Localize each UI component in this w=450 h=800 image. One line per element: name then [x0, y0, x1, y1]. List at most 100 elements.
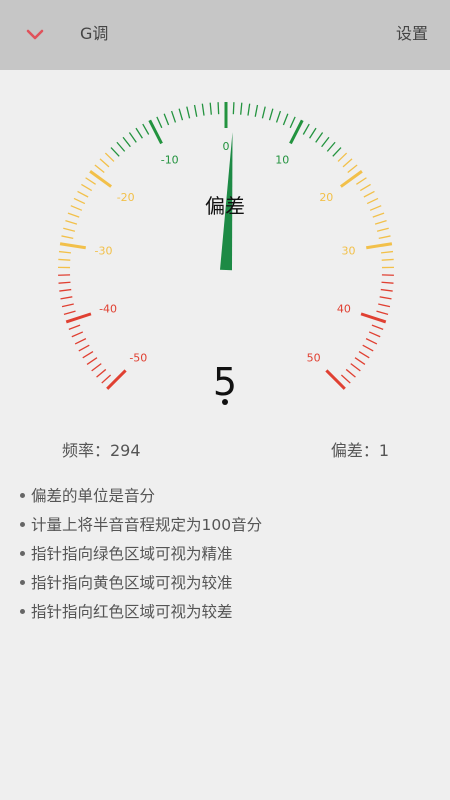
minor-tick: [321, 136, 330, 148]
minor-tick: [63, 227, 76, 232]
minor-tick: [380, 288, 393, 292]
list-item: 计量上将半音音程规定为100音分: [20, 511, 440, 540]
minor-tick: [61, 303, 74, 308]
minor-tick: [379, 296, 392, 300]
minor-tick: [282, 113, 289, 126]
minor-tick: [240, 102, 243, 115]
frequency-readout: 频率：294: [62, 441, 141, 460]
minor-tick: [342, 158, 353, 168]
minor-tick: [99, 158, 110, 168]
minor-tick: [315, 132, 324, 143]
note-text: 指针指向黄色区域可视为较准: [31, 574, 233, 592]
minor-tick: [326, 141, 336, 152]
minor-tick: [110, 147, 120, 157]
note-text: 指针指向绿色区域可视为精准: [31, 545, 233, 563]
minor-tick: [376, 227, 389, 232]
minor-tick: [217, 102, 220, 115]
minor-tick: [68, 324, 81, 330]
minor-tick: [381, 258, 394, 261]
minor-tick: [347, 164, 358, 173]
scale-label: -30: [95, 245, 113, 258]
bullet-icon: [20, 550, 25, 556]
minor-tick: [381, 281, 394, 284]
reading-dot: [222, 399, 228, 405]
minor-tick: [61, 235, 74, 240]
minor-tick: [94, 164, 105, 173]
minor-tick: [309, 127, 317, 139]
minor-tick: [71, 331, 84, 338]
minor-tick: [380, 250, 394, 254]
major-tick: [89, 170, 113, 188]
minor-tick: [378, 303, 391, 308]
app-header: G调 设置: [0, 0, 450, 70]
minor-tick: [268, 108, 274, 121]
minor-tick: [142, 123, 150, 135]
bullet-icon: [20, 579, 25, 585]
minor-tick: [289, 116, 296, 129]
list-item: 指针指向绿色区域可视为精准: [20, 540, 440, 569]
minor-tick: [378, 235, 391, 240]
minor-tick: [302, 123, 310, 135]
minor-tick: [63, 310, 76, 315]
list-item: 指针指向黄色区域可视为较准: [20, 569, 440, 598]
major-tick: [59, 242, 86, 250]
minor-tick: [82, 350, 94, 359]
scale-label: 0: [223, 140, 230, 153]
minor-tick: [59, 288, 72, 292]
minor-tick: [104, 152, 115, 162]
list-item: 偏差的单位是音分: [20, 482, 440, 511]
settings-button[interactable]: 设置: [396, 22, 428, 46]
minor-tick: [128, 132, 137, 143]
minor-tick: [85, 177, 96, 185]
minor-tick: [254, 104, 259, 117]
major-tick: [339, 170, 363, 188]
scale-label: 40: [337, 302, 351, 315]
minor-tick: [116, 141, 126, 152]
minor-tick: [74, 338, 87, 345]
minor-tick: [58, 281, 71, 284]
note-text: 指针指向红色区域可视为较差: [31, 603, 233, 621]
minor-tick: [368, 331, 381, 338]
minor-tick: [337, 152, 348, 162]
reading-value: 5: [212, 360, 238, 404]
major-tick: [366, 242, 393, 250]
minor-tick: [275, 110, 282, 123]
stats-row: 频率：294 偏差：1: [0, 437, 450, 461]
note-text: 偏差的单位是音分: [31, 487, 156, 505]
chevron-down-icon: [26, 29, 44, 40]
major-tick: [65, 312, 92, 324]
minor-tick: [261, 106, 266, 119]
minor-tick: [193, 104, 198, 117]
notes-list: 偏差的单位是音分 计量上将半音音程规定为100音分 指针指向绿色区域可视为精准 …: [20, 482, 440, 627]
minor-tick: [170, 110, 177, 123]
minor-tick: [374, 219, 387, 225]
minor-tick: [356, 177, 367, 185]
note-text: 计量上将半音音程规定为100音分: [31, 516, 263, 534]
scale-label: -40: [99, 302, 117, 315]
scale-label: -10: [161, 154, 179, 167]
collapse-button[interactable]: [18, 20, 52, 50]
scale-label: 10: [275, 154, 289, 167]
scale-label: 30: [341, 245, 355, 258]
bullet-icon: [20, 521, 25, 527]
bullet-icon: [20, 492, 25, 498]
minor-tick: [371, 324, 384, 330]
bullet-icon: [20, 608, 25, 614]
minor-tick: [247, 103, 251, 116]
minor-tick: [362, 344, 374, 352]
minor-tick: [58, 250, 72, 254]
minor-tick: [65, 219, 78, 225]
minor-tick: [178, 108, 184, 121]
minor-tick: [332, 147, 342, 157]
minor-tick: [135, 127, 143, 139]
minor-tick: [376, 310, 389, 315]
gauge-center-label: 偏差: [205, 194, 245, 218]
minor-tick: [209, 102, 212, 115]
minor-tick: [201, 103, 205, 116]
minor-tick: [186, 106, 191, 119]
minor-tick: [232, 102, 235, 115]
minor-tick: [58, 258, 71, 261]
minor-tick: [163, 113, 170, 126]
key-title: G调: [80, 24, 109, 43]
major-tick: [360, 312, 387, 324]
